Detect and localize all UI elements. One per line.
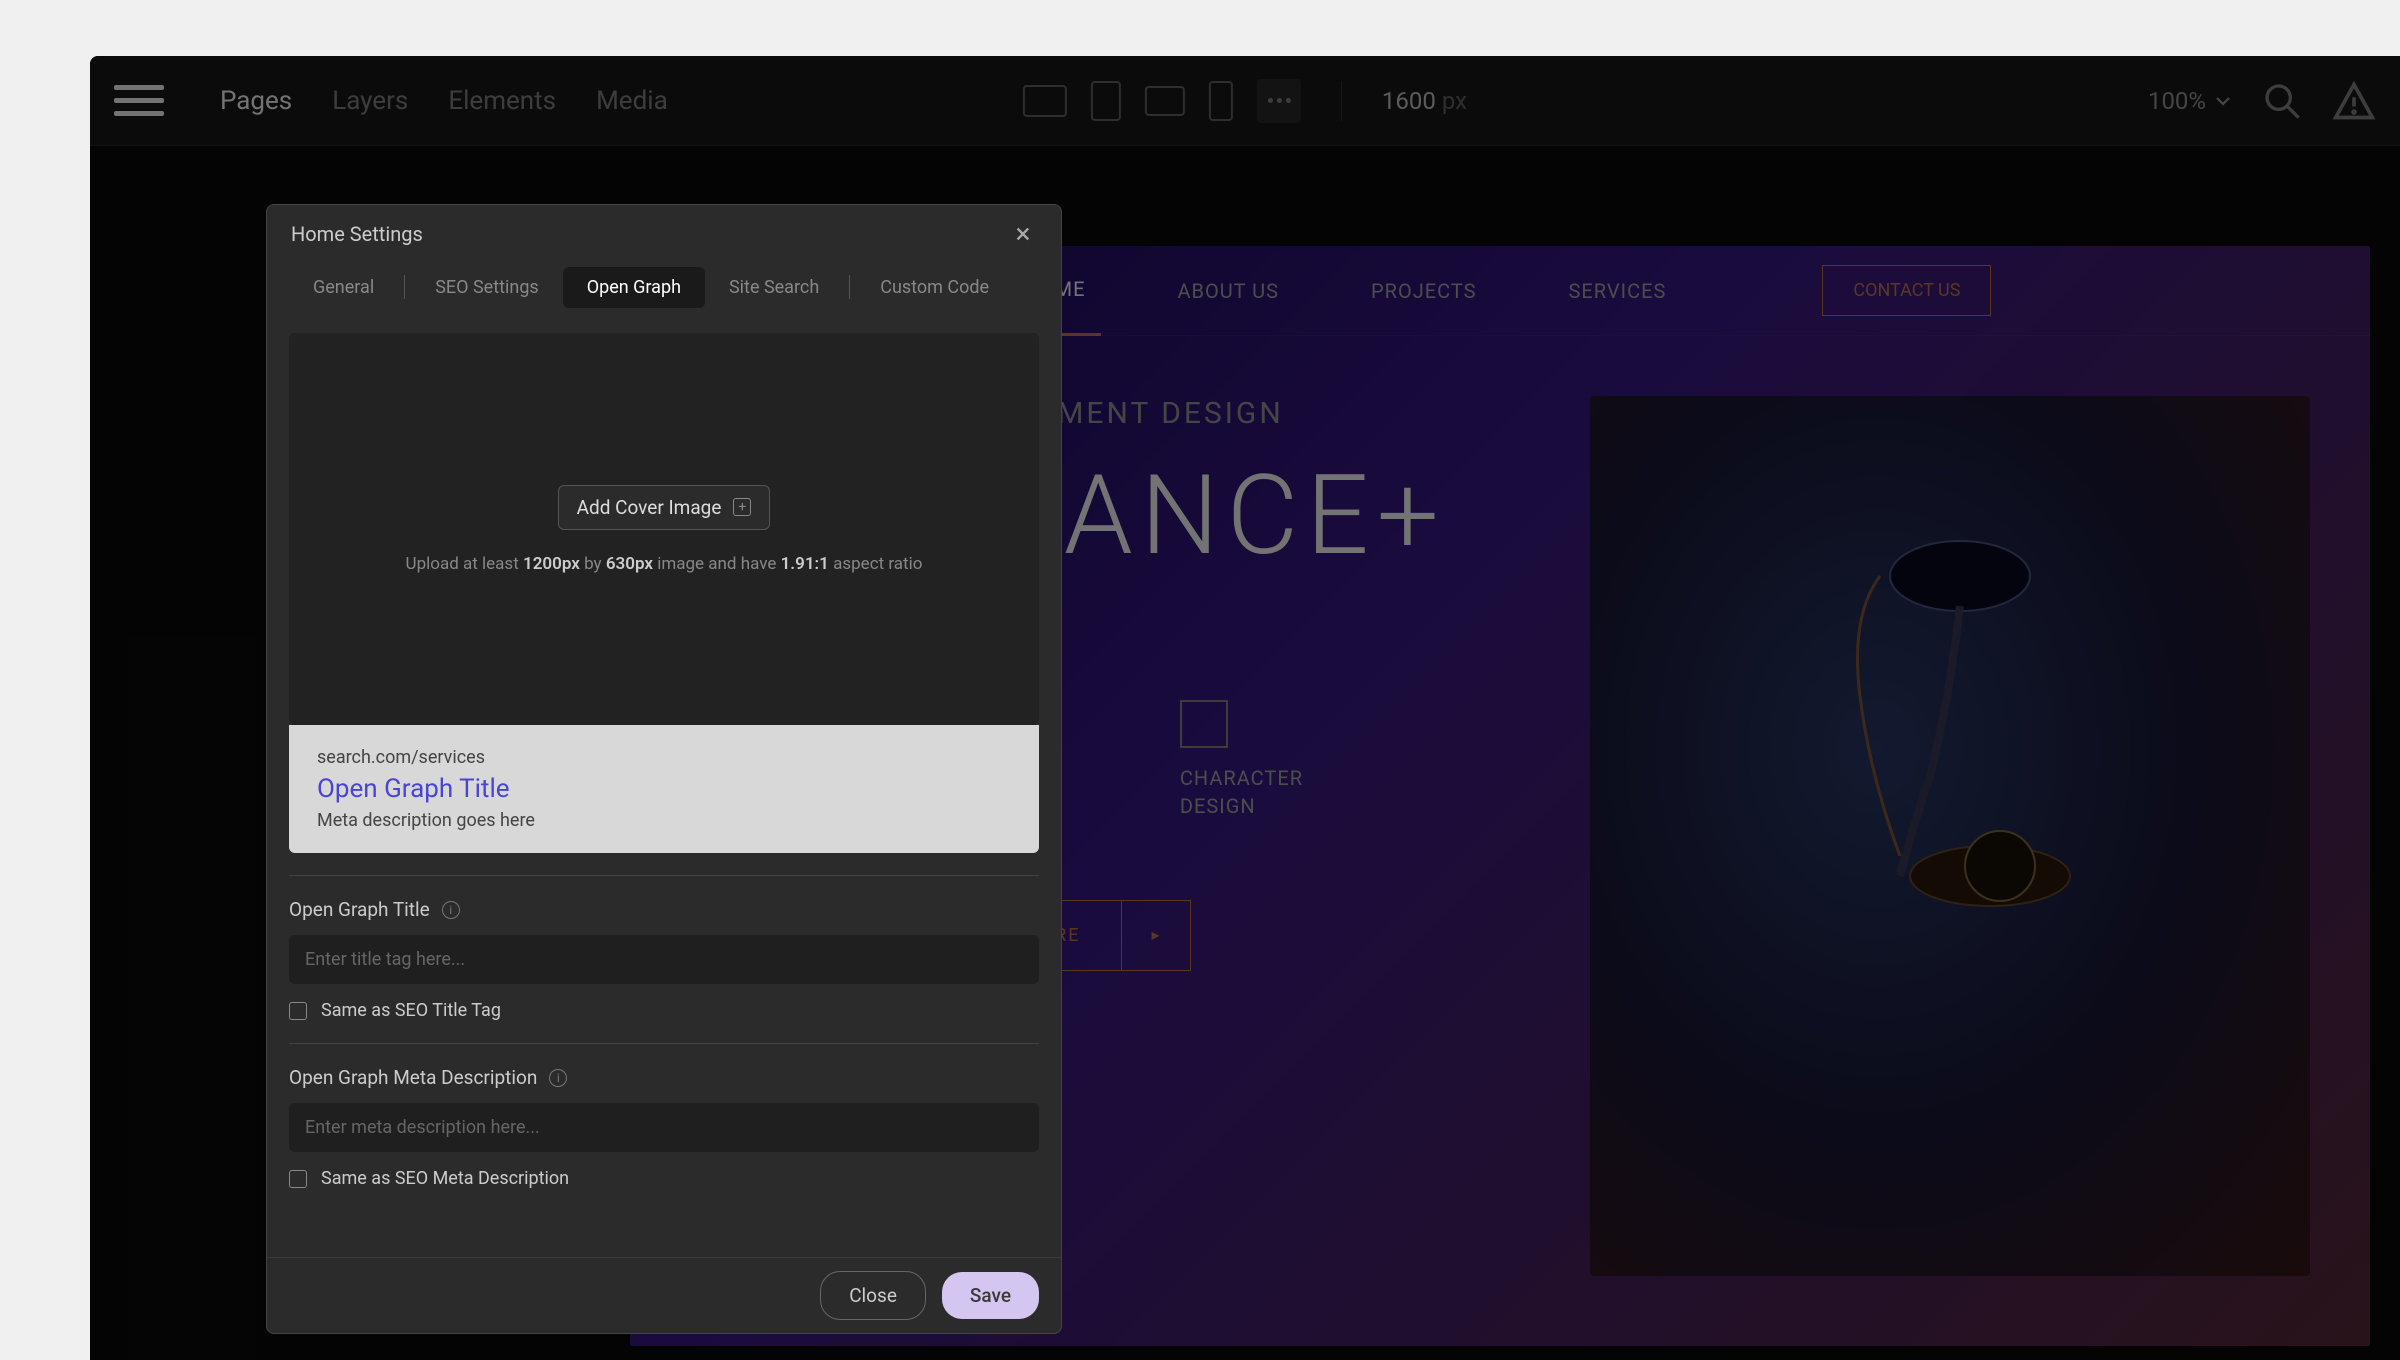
modal-header: Home Settings × [267,205,1061,263]
upload-hint: Upload at least 1200px by 630px image an… [406,554,923,574]
divider [849,275,850,299]
modal-body: Add Cover Image + Upload at least 1200px… [267,311,1061,1257]
og-title-same-label: Same as SEO Title Tag [321,1000,501,1021]
og-title-same-row: Same as SEO Title Tag [289,1000,1039,1021]
tab-open-graph[interactable]: Open Graph [563,267,705,308]
info-icon[interactable]: i [442,901,460,919]
tab-site-search[interactable]: Site Search [705,267,843,308]
add-cover-label: Add Cover Image [577,496,722,519]
tab-general[interactable]: General [289,267,398,308]
app-window: Pages Layers Elements Media 1600px 100% … [90,56,2400,1360]
og-preview-card: search.com/services Open Graph Title Met… [289,725,1039,853]
add-cover-image-button[interactable]: Add Cover Image + [558,485,771,530]
modal-footer: Close Save [267,1257,1061,1333]
info-icon[interactable]: i [549,1069,567,1087]
divider [289,875,1039,876]
og-desc-label: Open Graph Meta Description i [289,1066,1039,1089]
close-button[interactable]: Close [820,1271,926,1320]
divider [289,1043,1039,1044]
save-button[interactable]: Save [942,1272,1039,1319]
og-preview-url: search.com/services [317,747,1011,768]
og-title-same-checkbox[interactable] [289,1002,307,1020]
close-icon[interactable]: × [1009,220,1037,248]
cover-image-dropzone[interactable]: Add Cover Image + Upload at least 1200px… [289,333,1039,725]
og-desc-same-row: Same as SEO Meta Description [289,1168,1039,1189]
tab-seo[interactable]: SEO Settings [411,267,563,308]
og-preview-description: Meta description goes here [317,810,1011,831]
og-desc-input[interactable] [289,1103,1039,1152]
og-preview-title[interactable]: Open Graph Title [317,774,1011,804]
plus-icon: + [733,498,751,516]
og-desc-same-label: Same as SEO Meta Description [321,1168,569,1189]
home-settings-modal: Home Settings × General SEO Settings Ope… [266,204,1062,1334]
divider [404,275,405,299]
modal-title: Home Settings [291,222,423,246]
og-desc-same-checkbox[interactable] [289,1170,307,1188]
tab-custom-code[interactable]: Custom Code [856,267,1013,308]
og-title-input[interactable] [289,935,1039,984]
modal-tabs: General SEO Settings Open Graph Site Sea… [267,263,1061,311]
og-title-label: Open Graph Title i [289,898,1039,921]
